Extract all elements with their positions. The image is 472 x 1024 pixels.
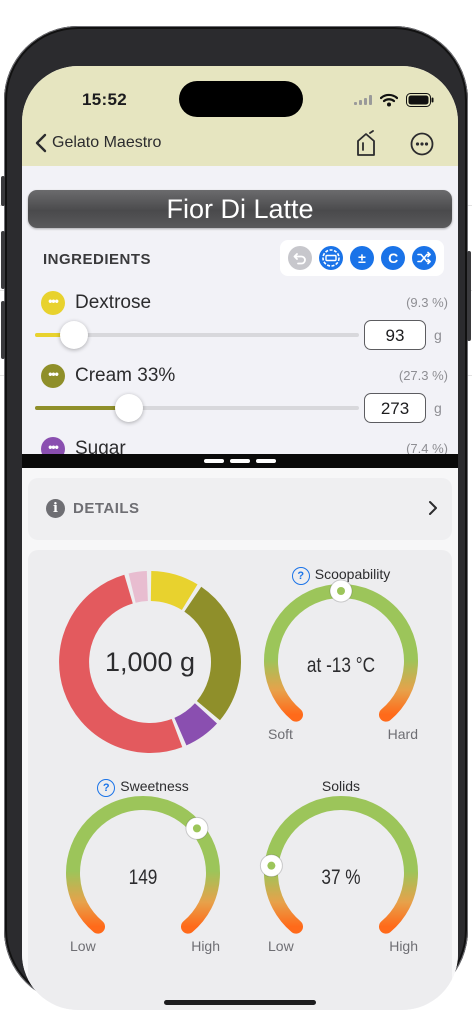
details-row[interactable]: i DETAILS <box>28 478 452 540</box>
scoopability-gauge[interactable]: ? Scoopability at -13 °C Soft Hard <box>256 566 426 746</box>
gauge-high-label: Hard <box>387 726 418 742</box>
back-label: Gelato Maestro <box>52 134 162 151</box>
gauge-title: ? Scoopability <box>256 566 426 585</box>
ingredient-row: ••• Dextrose (9.3 %) 93 g <box>22 291 458 365</box>
drag-handle-icon <box>256 459 276 463</box>
dynamic-island <box>179 81 303 117</box>
slider-thumb[interactable] <box>59 321 88 349</box>
back-button[interactable]: Gelato Maestro <box>34 133 161 153</box>
ingredients-pane: Fior Di Latte INGREDIENTS ± C ••• Dextro… <box>22 166 458 454</box>
back-chevron-icon <box>35 133 47 153</box>
action-button <box>1 176 5 206</box>
gauge-title: Solids <box>256 778 426 794</box>
ingredient-percent: (7.4 %) <box>406 441 448 454</box>
ingredient-menu-button[interactable]: ••• <box>41 364 65 388</box>
ingredient-name: Cream 33% <box>75 365 176 386</box>
scale-button[interactable] <box>318 246 343 270</box>
ingredient-slider[interactable] <box>35 394 359 422</box>
chevron-right-icon <box>429 501 437 515</box>
power-button <box>467 251 471 341</box>
help-icon[interactable]: ? <box>97 779 116 797</box>
screen: 15:52 Gelato Maestro Fior Di Latte INGRE… <box>22 66 458 1010</box>
analysis-pane: i DETAILS 1,000 g ? Scoopability at -13 … <box>22 468 458 1010</box>
status-time: 15:52 <box>82 90 127 109</box>
gauge-title-text: Sweetness <box>120 778 189 794</box>
recipe-title[interactable]: Fior Di Latte <box>28 190 452 228</box>
slider-thumb[interactable] <box>114 394 143 422</box>
gauge-indicator-dot <box>192 824 201 833</box>
ingredient-row: ••• Sugar (7.4 %) 74 g <box>22 437 458 454</box>
quantity-input[interactable]: 273 <box>364 393 426 423</box>
gauge-value: at -13 °C <box>306 654 376 677</box>
ingredient-menu-button[interactable]: ••• <box>41 291 65 315</box>
battery-icon <box>406 93 434 107</box>
unit-label: g <box>434 327 442 343</box>
gauge-indicator-dot <box>337 587 345 595</box>
gauge-value: 37 % <box>321 866 361 889</box>
composition-donut[interactable]: 1,000 g <box>58 570 242 754</box>
volume-up-button <box>1 231 5 289</box>
drag-handle-icon <box>230 459 250 463</box>
undo-icon <box>293 253 306 265</box>
status-icons <box>354 93 434 107</box>
undo-button[interactable] <box>287 246 312 270</box>
help-icon[interactable]: ? <box>291 567 310 585</box>
ingredient-slider[interactable] <box>35 321 359 349</box>
home-indicator[interactable] <box>164 1000 316 1005</box>
ingredient-percent: (9.3 %) <box>406 295 448 310</box>
quantity-input[interactable]: 93 <box>364 320 426 350</box>
ingredient-menu-button[interactable]: ••• <box>41 437 65 454</box>
ingredient-name: Dextrose <box>75 292 152 313</box>
c-icon: C <box>388 250 399 266</box>
ingredient-toolbar: ± C <box>280 240 444 276</box>
cellular-signal-icon <box>354 95 372 105</box>
plus-minus-icon: ± <box>358 250 366 266</box>
gauge-high-label: High <box>389 938 418 954</box>
top-bar: 15:52 Gelato Maestro <box>22 66 458 166</box>
gauge-low-label: Soft <box>268 726 293 742</box>
info-icon: i <box>46 499 65 518</box>
fridge-icon[interactable] <box>352 130 380 158</box>
phone-frame: 15:52 Gelato Maestro Fior Di Latte INGRE… <box>1 26 471 1010</box>
wifi-icon <box>380 93 398 107</box>
gauges-card: 1,000 g ? Scoopability at -13 °C Soft Har… <box>28 550 452 1010</box>
gauge-low-label: Low <box>70 938 96 954</box>
ingredient-percent: (27.3 %) <box>398 368 448 383</box>
solids-gauge[interactable]: Solids 37 % Low High <box>256 778 426 958</box>
ingredient-row: ••• Cream 33% (27.3 %) 273 g <box>22 364 458 438</box>
gauge-high-label: High <box>191 938 220 954</box>
c-button[interactable]: C <box>381 246 406 270</box>
split-divider[interactable] <box>22 454 458 468</box>
ingredient-name: Sugar <box>75 438 126 454</box>
gauge-track <box>264 584 418 722</box>
gauge-low-label: Low <box>268 938 294 954</box>
total-weight: 1,000 g <box>104 646 196 677</box>
shuffle-icon <box>417 251 432 265</box>
more-icon[interactable] <box>408 130 436 158</box>
gauge-title-text: Scoopability <box>314 566 391 582</box>
sweetness-gauge[interactable]: ? Sweetness 149 Low High <box>58 778 228 958</box>
gauge-value: 149 <box>128 866 158 889</box>
volume-down-button <box>1 301 5 359</box>
shuffle-button[interactable] <box>412 246 437 270</box>
drag-handle-icon <box>204 459 224 463</box>
plus-minus-button[interactable]: ± <box>349 246 374 270</box>
details-label: DETAILS <box>73 500 140 517</box>
ingredients-header: INGREDIENTS <box>43 251 152 268</box>
gauge-track <box>264 796 418 934</box>
scale-icon <box>321 249 340 267</box>
gauge-title: ? Sweetness <box>58 778 228 797</box>
unit-label: g <box>434 400 442 416</box>
gauge-title-text: Solids <box>321 778 361 794</box>
